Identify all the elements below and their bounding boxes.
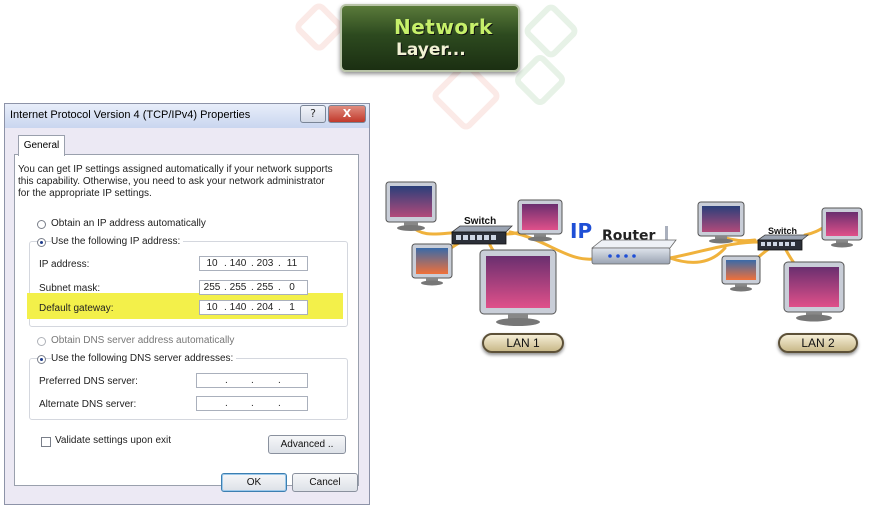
- tcpip-properties-dialog: Internet Protocol Version 4 (TCP/IPv4) P…: [4, 103, 370, 505]
- ip-address-octet: 203: [256, 258, 274, 269]
- validate-settings-checkbox[interactable]: [41, 437, 51, 447]
- default-gateway-label: Default gateway:: [39, 303, 114, 314]
- advanced-button[interactable]: Advanced ..: [268, 435, 346, 454]
- background-swirl-decoration: [521, 1, 581, 61]
- default-gateway-octet: 140: [229, 302, 247, 313]
- lan2-label: LAN 2: [778, 333, 858, 353]
- alternate-dns-label: Alternate DNS server:: [39, 399, 137, 410]
- default-gateway-octet: 204: [256, 302, 274, 313]
- validate-settings-label: Validate settings upon exit: [55, 435, 172, 446]
- background-swirl-decoration: [292, 0, 346, 54]
- dialog-title: Internet Protocol Version 4 (TCP/IPv4) P…: [10, 109, 251, 121]
- subnet-mask-octet: 255: [203, 282, 221, 293]
- ip-label: IP: [570, 219, 592, 243]
- dialog-titlebar: Internet Protocol Version 4 (TCP/IPv4) P…: [5, 104, 369, 128]
- computer-monitor-icon: [721, 255, 761, 292]
- radio-obtain-dns-auto-label: Obtain DNS server address automatically: [51, 335, 235, 346]
- computer-monitor-icon: [479, 249, 557, 326]
- preferred-dns-label: Preferred DNS server:: [39, 376, 138, 387]
- default-gateway-octet: 10: [206, 302, 218, 313]
- computer-monitor-icon: [821, 207, 863, 248]
- subnet-mask-label: Subnet mask:: [39, 283, 101, 294]
- badge-title-line1: Network: [394, 15, 493, 39]
- computer-monitor-icon: [697, 201, 745, 244]
- default-gateway-field[interactable]: 10. 140. 204. 1: [199, 300, 308, 315]
- subnet-mask-octet: 255: [229, 282, 247, 293]
- tab-general[interactable]: General: [18, 135, 65, 156]
- computer-monitor-icon: [411, 243, 453, 286]
- network-diagram: Switch IP Router Switch LAN 1 LAN 2: [380, 170, 870, 360]
- ip-address-label: IP address:: [39, 259, 90, 270]
- background-swirl-decoration: [511, 51, 569, 109]
- ip-address-octet: 10: [206, 258, 218, 269]
- network-switch-icon: [756, 234, 810, 251]
- radio-obtain-ip-auto[interactable]: [37, 220, 46, 229]
- info-text: You can get IP settings assigned automat…: [18, 164, 333, 199]
- ok-button[interactable]: OK: [221, 473, 287, 492]
- switch1-label: Switch: [464, 216, 496, 227]
- radio-use-following-ip-label: Use the following IP address:: [51, 236, 184, 247]
- radio-use-following-dns-label: Use the following DNS server addresses:: [51, 353, 237, 364]
- computer-monitor-icon: [783, 261, 845, 322]
- default-gateway-octet: 1: [289, 302, 295, 313]
- subnet-mask-octet: 0: [289, 282, 295, 293]
- network-switch-icon: [450, 225, 513, 245]
- help-button[interactable]: ?: [300, 105, 326, 123]
- ip-address-octet: 11: [286, 258, 298, 269]
- cancel-button[interactable]: Cancel: [292, 473, 358, 492]
- ip-address-field[interactable]: 10. 140. 203. 11: [199, 256, 308, 271]
- switch2-label: Switch: [768, 226, 797, 236]
- radio-use-following-ip[interactable]: [37, 238, 46, 247]
- lan1-label: LAN 1: [482, 333, 564, 353]
- radio-obtain-ip-auto-label: Obtain an IP address automatically: [51, 218, 206, 229]
- radio-obtain-dns-auto[interactable]: [37, 337, 46, 346]
- network-layer-badge: Network Layer...: [340, 4, 520, 72]
- computer-monitor-icon: [385, 181, 437, 231]
- network-diagram-svg: Switch IP Router Switch: [385, 181, 863, 326]
- ip-address-octet: 140: [229, 258, 247, 269]
- alternate-dns-field[interactable]: ...: [196, 396, 308, 411]
- badge-title-line2: Layer...: [396, 40, 466, 60]
- radio-use-following-dns[interactable]: [37, 355, 46, 364]
- preferred-dns-field[interactable]: ...: [196, 373, 308, 388]
- subnet-mask-field[interactable]: 255. 255. 255. 0: [199, 280, 308, 295]
- subnet-mask-octet: 255: [256, 282, 274, 293]
- close-button[interactable]: X: [328, 105, 366, 123]
